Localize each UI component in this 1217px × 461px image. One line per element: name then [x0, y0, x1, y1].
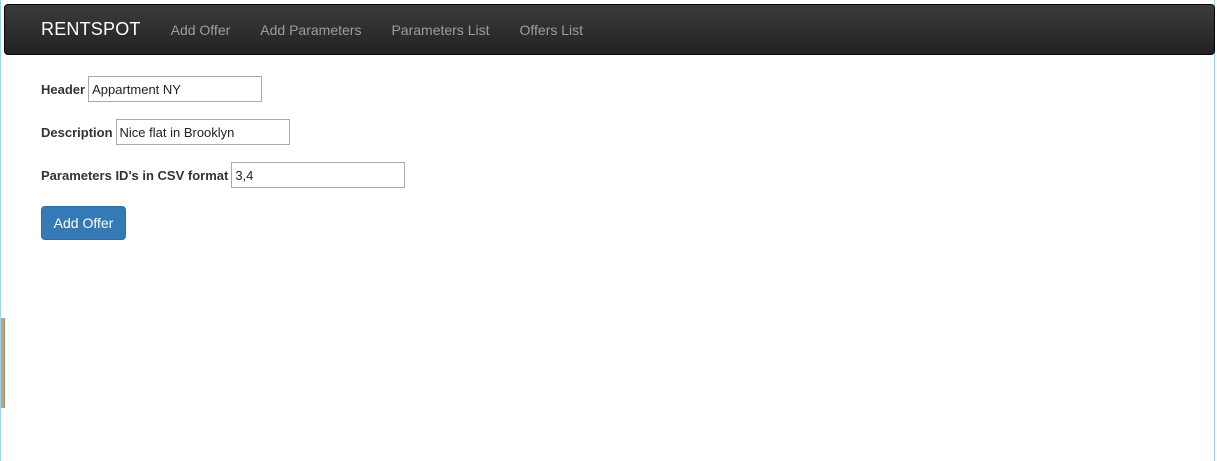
parameters-label: Parameters ID's in CSV format — [41, 167, 229, 183]
background-window-edge — [1, 318, 5, 408]
page-frame: RENTSPOT Add Offer Add Parameters Parame… — [0, 0, 1215, 461]
nav-link-add-parameters[interactable]: Add Parameters — [260, 22, 361, 38]
parameters-input[interactable] — [231, 162, 406, 188]
description-field-row: Description — [41, 119, 405, 145]
nav-link-offers-list[interactable]: Offers List — [520, 22, 584, 38]
description-label: Description — [41, 124, 113, 140]
header-label: Header — [41, 81, 86, 97]
parameters-field-row: Parameters ID's in CSV format — [41, 162, 406, 188]
top-navbar: RENTSPOT Add Offer Add Parameters Parame… — [4, 4, 1215, 55]
header-field-row: Header — [41, 76, 405, 102]
brand-link[interactable]: RENTSPOT — [41, 19, 141, 40]
add-offer-button[interactable]: Add Offer — [41, 206, 126, 240]
add-offer-form: Header Description Parameters ID's in CS… — [41, 76, 406, 240]
description-input[interactable] — [115, 119, 290, 145]
nav-link-parameters-list[interactable]: Parameters List — [391, 22, 489, 38]
nav-link-add-offer[interactable]: Add Offer — [171, 22, 231, 38]
header-input[interactable] — [88, 76, 263, 102]
